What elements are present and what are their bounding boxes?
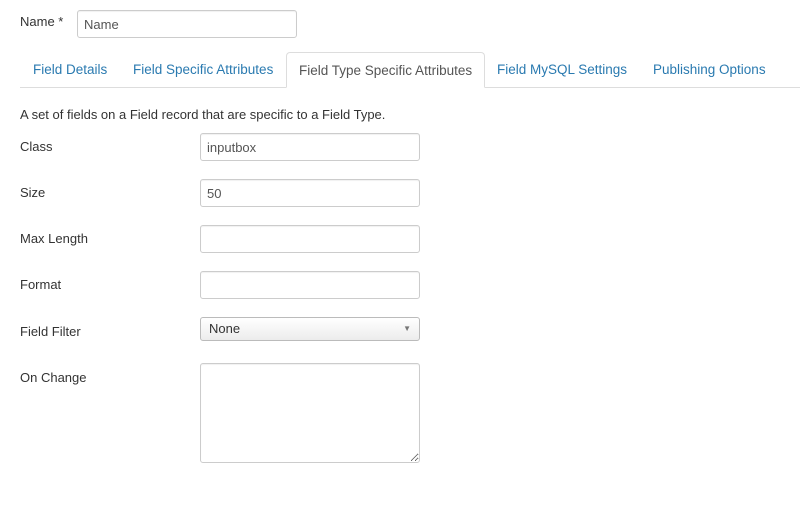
on-change-label: On Change [20, 370, 87, 385]
field-filter-row: Field Filter None ▼ [20, 317, 420, 341]
caret-down-icon: ▼ [403, 324, 411, 333]
max-length-input[interactable] [200, 225, 420, 253]
field-edit-form: Name * Field Details Field Specific Attr… [0, 0, 800, 520]
max-length-label: Max Length [20, 231, 88, 246]
tab-publishing-options[interactable]: Publishing Options [653, 52, 766, 87]
name-label: Name * [20, 13, 64, 29]
size-row: Size [20, 179, 420, 207]
size-input[interactable] [200, 179, 420, 207]
name-input[interactable] [77, 10, 297, 38]
tab-field-details[interactable]: Field Details [33, 52, 107, 87]
max-length-row: Max Length [20, 225, 420, 253]
name-row: Name * [20, 10, 297, 38]
format-row: Format [20, 271, 420, 299]
format-label: Format [20, 277, 62, 292]
field-filter-select[interactable]: None ▼ [200, 317, 420, 341]
tab-description: A set of fields on a Field record that a… [20, 107, 386, 122]
on-change-row: On Change [20, 363, 420, 463]
tab-field-type-specific-attributes[interactable]: Field Type Specific Attributes [286, 52, 486, 88]
class-input[interactable] [200, 133, 420, 161]
tab-field-specific-attributes[interactable]: Field Specific Attributes [133, 52, 273, 87]
on-change-textarea[interactable] [200, 363, 420, 463]
size-label: Size [20, 185, 46, 200]
field-filter-selected-value: None [209, 321, 241, 336]
class-label: Class [20, 139, 53, 154]
tab-bar: Field Details Field Specific Attributes … [20, 52, 800, 88]
field-filter-label: Field Filter [20, 324, 81, 339]
class-row: Class [20, 133, 420, 161]
format-input[interactable] [200, 271, 420, 299]
tab-field-mysql-settings[interactable]: Field MySQL Settings [497, 52, 627, 87]
